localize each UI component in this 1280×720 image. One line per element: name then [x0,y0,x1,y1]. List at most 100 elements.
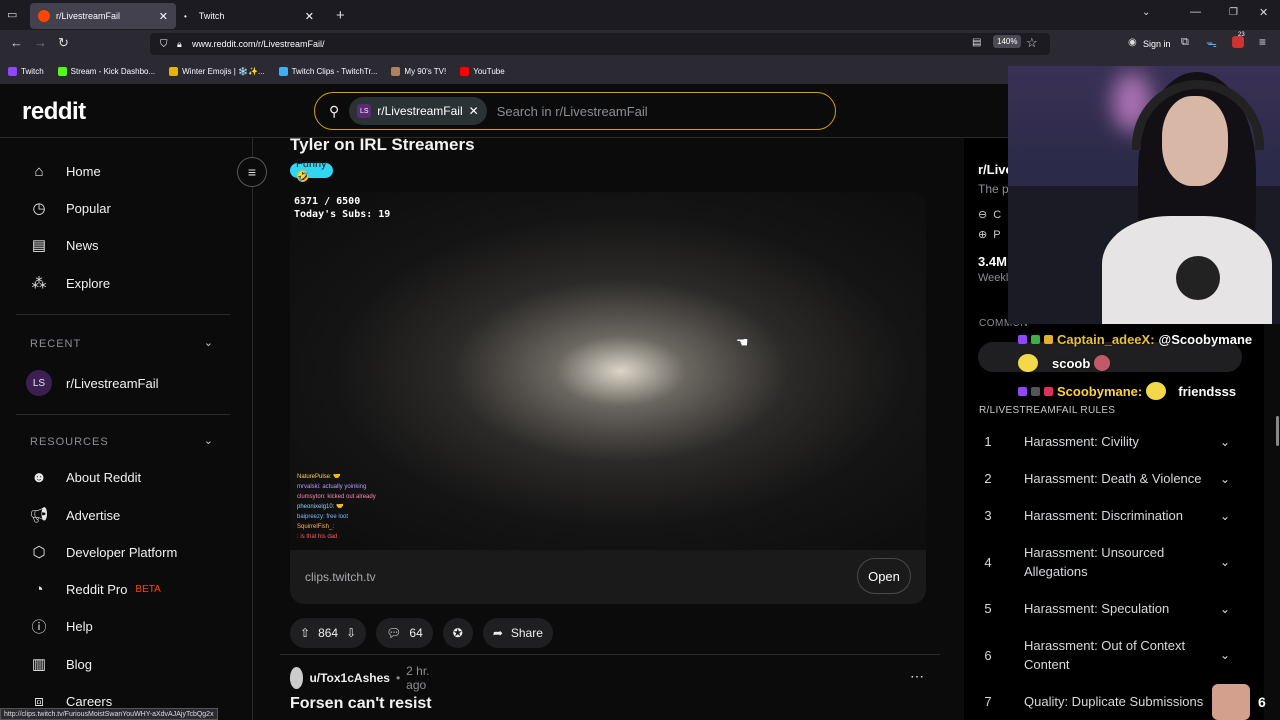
sidebar-item-home[interactable]: ⌂ Home [30,162,100,180]
tab-reddit[interactable]: r/LivestreamFail ✕ [30,3,176,29]
bookmark-twitch[interactable]: Twitch [8,66,44,76]
subreddit-search-chip[interactable]: LS r/LivestreamFail ✕ [349,97,487,125]
post-flair[interactable]: Funny 🤣 [290,158,333,183]
translate-extension-icon[interactable]: ᯓ [1206,36,1217,51]
award-button[interactable]: ✪ [442,618,473,648]
clip-thumbnail[interactable]: 6371 / 6500 Today's Subs: 19 NaturePulse… [290,192,926,550]
bookmark-label: Twitch [21,66,44,76]
bookmark-90s-tv[interactable]: My 90's TV! [391,66,447,76]
post-media-card[interactable]: 6371 / 6500 Today's Subs: 19 NaturePulse… [290,192,926,604]
sidebar-item-advertise[interactable]: 📢︎ Advertise [29,506,120,524]
minimize-icon[interactable]: — [1190,6,1201,18]
post-actions: ⇧ 864 ⇩ 💬︎ 64 ✪ ➦ Share [290,618,553,648]
sign-in-link[interactable]: Sign in [1143,39,1171,49]
sidebar-toggle-button[interactable]: ≡ [237,157,267,187]
share-button[interactable]: ➦ Share [482,618,553,648]
video-chat-line: pheonixelg10: 🤝 [297,504,344,510]
more-options-icon[interactable]: ⋯ [910,668,924,685]
url-bar[interactable]: ⛉ 🔒︎ www.reddit.com/r/LivestreamFail/ [150,33,1050,55]
sidebar-item-blog[interactable]: ▥ Blog [30,655,92,673]
notification-count: 23 [1238,32,1245,38]
recent-section-header[interactable]: RECENT ⌄ [30,337,214,350]
account-icon[interactable]: ◉ [1128,37,1137,48]
scrollbar[interactable] [1276,416,1279,446]
downvote-icon[interactable]: ⇩ [346,626,356,640]
link-domain[interactable]: clips.twitch.tv [305,570,376,584]
bookmark-youtube[interactable]: YouTube [460,66,505,76]
extensions-icon[interactable]: ⧉ [1181,36,1189,49]
video-chat-line: : is that his dad [297,534,338,540]
post-title[interactable]: Tyler on IRL Streamers [290,135,475,155]
sidebar-item-reddit-pro[interactable]: ◔ Reddit Pro BETA [30,580,160,598]
sidebar-item-explore[interactable]: ⁂ Explore [30,274,111,292]
browser-nav-bar: ← → ↻ ⛉ 🔒︎ www.reddit.com/r/LivestreamFa… [0,30,1280,58]
author-link[interactable]: u/Tox1cAshes [309,671,389,685]
bookmark-winter-emojis[interactable]: Winter Emojis | ❄️✨... [169,66,265,76]
search-bar[interactable]: ⚲ LS r/LivestreamFail ✕ Search in r/Live… [314,92,836,130]
close-tab-icon[interactable]: ✕ [159,10,168,23]
recent-item-livestreamfail[interactable]: LS r/LivestreamFail [26,370,158,396]
chip-label: r/LivestreamFail [377,104,463,118]
bookmark-label: My 90's TV! [404,66,447,76]
close-tab-icon[interactable]: ✕ [305,10,314,23]
bookmark-kick[interactable]: Stream - Kick Dashbo... [57,66,155,76]
rule-text: Quality: Duplicate Submissions [1024,694,1204,709]
rule-item[interactable]: 6 Harassment: Out of Context Content ⌄ [964,636,1264,674]
rule-item[interactable]: 1 Harassment: Civility ⌄ [964,432,1264,451]
subreddit-icon: LS [26,370,52,396]
tab-overflow-chevron-icon[interactable]: ⌄ [1142,7,1150,18]
open-link-button[interactable]: Open [857,558,911,594]
upvote-icon[interactable]: ⇧ [300,626,310,640]
headset-icon [1132,80,1264,150]
video-sub-goal-overlay: 6371 / 6500 Today's Subs: 19 [294,195,390,221]
chat-message: friendsss [1178,383,1237,399]
rule-item[interactable]: 3 Harassment: Discrimination ⌄ [964,506,1264,525]
emote-icon [1018,354,1038,372]
left-sidebar: ⌂ Home ◷ Popular ▤ News ⁂ Explore RECENT ⌄ LS… [0,138,253,720]
tab-list-icon[interactable]: ▭ [7,8,17,21]
next-post-title[interactable]: Forsen can't resist [290,695,432,713]
chevron-down-icon: ⌄ [1220,601,1231,616]
reload-icon[interactable]: ↻ [58,35,69,51]
zoom-level[interactable]: 140% [993,35,1022,48]
reddit-logo[interactable]: reddit [22,98,86,126]
public-text: P [993,228,1001,241]
back-icon[interactable]: ← [10,35,23,50]
sidebar-item-label: Help [66,618,93,634]
viewer-avatar [1212,684,1250,720]
bookmark-label: Winter Emojis | ❄️✨... [182,66,265,76]
sidebar-item-developer-platform[interactable]: ⬡ Developer Platform [30,543,177,561]
tab-twitch[interactable]: • Twitch ✕ [176,3,322,29]
comments-button[interactable]: 💬︎ 64 [376,618,433,648]
bookmark-star-icon[interactable]: ☆ [1026,35,1038,51]
sidebar-item-news[interactable]: ▤ News [30,236,99,254]
mouse-cursor-icon: ☚ [736,334,749,350]
sidebar-item-about-reddit[interactable]: ☻ About Reddit [30,468,141,486]
badge-icon [1031,386,1040,396]
blog-icon: ▥ [31,656,47,673]
webcam-overlay [1008,66,1280,324]
tv-icon [391,66,401,76]
avatar[interactable] [290,667,304,689]
maximize-icon[interactable]: ❐ [1229,7,1238,18]
sidebar-item-popular[interactable]: ◷ Popular [30,199,110,217]
rule-text: Harassment: Discrimination [1024,508,1183,523]
chat-username: Scoobymane: [1057,383,1143,399]
rule-item[interactable]: 5 Harassment: Speculation ⌄ [964,599,1264,618]
forward-icon[interactable]: → [34,35,47,50]
member-count: 3.4M [978,254,1007,269]
twitch-badge-icon [1018,386,1027,396]
bookmark-twitch-clips[interactable]: Twitch Clips - TwitchTr... [278,66,377,76]
clear-chip-icon[interactable]: ✕ [469,104,479,118]
meta-dot: • [395,671,401,685]
close-window-icon[interactable]: ✕ [1259,6,1268,19]
new-tab-icon[interactable]: + [336,7,345,24]
menu-icon[interactable]: ≡ [1259,35,1266,49]
search-input[interactable]: Search in r/LivestreamFail [497,104,648,119]
share-icon: ➦ [492,626,503,640]
resources-section-header[interactable]: RESOURCES ⌄ [30,435,214,448]
rule-item[interactable]: 2 Harassment: Death & Violence ⌄ [964,469,1264,488]
sidebar-item-help[interactable]: ⓘ Help [30,617,93,636]
rule-item[interactable]: 4 Harassment: Unsourced Allegations ⌄ [964,543,1264,581]
reader-view-icon[interactable]: ▤ [972,37,981,48]
